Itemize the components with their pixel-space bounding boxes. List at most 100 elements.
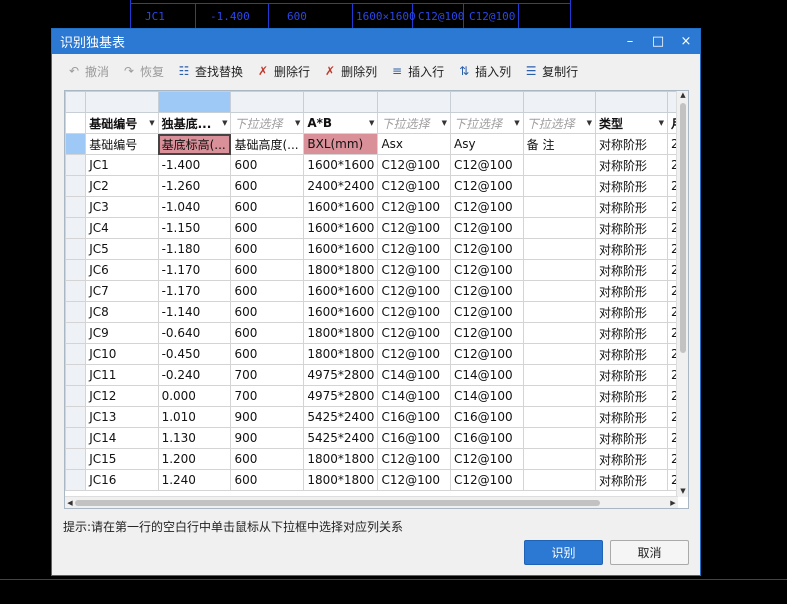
table-cell[interactable]: JC7 [85, 280, 159, 302]
table-cell[interactable]: C12@100 [377, 196, 452, 218]
table-cell[interactable]: -1.040 [157, 196, 232, 218]
dropdown-arrow-icon[interactable]: ▼ [659, 119, 664, 127]
table-cell[interactable]: C12@100 [450, 196, 524, 218]
table-row[interactable]: JC2 -1.260 600 2400*2400 C12@100 C12@100 对称阶形 2 [65, 175, 688, 197]
table-cell[interactable]: 对称阶形 [594, 448, 668, 470]
row-header[interactable] [65, 469, 87, 491]
dropdown-arrow-icon[interactable]: ▼ [587, 119, 592, 127]
table-cell[interactable] [522, 196, 596, 218]
table-cell[interactable]: JC11 [85, 364, 159, 386]
row-header[interactable] [65, 427, 87, 449]
table-cell[interactable] [522, 322, 596, 344]
source-header-cell[interactable]: Asy [450, 133, 524, 155]
table-cell[interactable] [522, 238, 596, 260]
row-header[interactable] [65, 364, 87, 386]
table-cell[interactable]: JC13 [85, 406, 159, 428]
table-cell[interactable] [522, 364, 596, 386]
table-cell[interactable]: JC6 [85, 259, 159, 281]
table-row[interactable]: JC9 -0.640 600 1800*1800 C12@100 C12@100 对称阶形 2 [65, 322, 688, 344]
table-cell[interactable]: 对称阶形 [594, 175, 668, 197]
table-cell[interactable]: 对称阶形 [594, 196, 668, 218]
scroll-down-icon[interactable]: ▼ [677, 487, 688, 497]
table-cell[interactable]: 对称阶形 [594, 385, 668, 407]
table-cell[interactable]: -1.260 [157, 175, 232, 197]
table-cell[interactable]: 600 [230, 469, 305, 491]
source-header-cell[interactable]: 备 注 [522, 133, 596, 155]
table-cell[interactable]: -1.170 [157, 259, 232, 281]
table-cell[interactable]: C16@100 [377, 406, 452, 428]
table-cell[interactable]: 1600*1600 [303, 301, 379, 323]
table-cell[interactable]: 对称阶形 [594, 322, 668, 344]
table-cell[interactable]: C12@100 [450, 469, 524, 491]
table-cell[interactable]: 600 [230, 217, 305, 239]
horizontal-scrollbar[interactable]: ◀ ▶ [65, 496, 678, 508]
row-header[interactable] [65, 385, 87, 407]
row-header[interactable] [65, 448, 87, 470]
table-cell[interactable]: C14@100 [450, 364, 524, 386]
table-cell[interactable]: -1.140 [157, 301, 232, 323]
dropdown-arrow-icon[interactable]: ▼ [222, 119, 227, 127]
table-cell[interactable]: 600 [230, 301, 305, 323]
table-cell[interactable]: 1.200 [157, 448, 232, 470]
table-cell[interactable]: 1600*1600 [303, 217, 379, 239]
table-row[interactable]: JC14 1.130 900 5425*2400 C16@100 C16@100 对称阶形 2 [65, 427, 688, 449]
table-cell[interactable]: C12@100 [377, 322, 452, 344]
column-selector[interactable] [85, 91, 159, 113]
table-cell[interactable]: 1600*1600 [303, 280, 379, 302]
table-cell[interactable]: 对称阶形 [594, 154, 668, 176]
table-cell[interactable]: JC2 [85, 175, 159, 197]
identify-button[interactable]: 识别 [524, 540, 603, 565]
table-cell[interactable]: C16@100 [450, 406, 524, 428]
table-cell[interactable]: C12@100 [377, 448, 452, 470]
table-cell[interactable]: 对称阶形 [594, 259, 668, 281]
row-header[interactable] [65, 112, 87, 134]
table-cell[interactable]: JC5 [85, 238, 159, 260]
table-cell[interactable]: 0.000 [157, 385, 232, 407]
table-cell[interactable]: 2400*2400 [303, 175, 379, 197]
row-header[interactable] [65, 196, 87, 218]
table-cell[interactable] [522, 217, 596, 239]
table-cell[interactable]: 700 [230, 385, 305, 407]
table-cell[interactable]: 600 [230, 259, 305, 281]
redo-button[interactable]: ↷ 恢复 [121, 63, 164, 80]
table-cell[interactable]: -0.240 [157, 364, 232, 386]
table-cell[interactable]: 对称阶形 [594, 469, 668, 491]
table-row[interactable]: JC10 -0.450 600 1800*1800 C12@100 C12@100 对称阶形… [65, 343, 688, 365]
table-cell[interactable]: C12@100 [450, 259, 524, 281]
source-header-cell[interactable]: 基底标高(... [157, 133, 232, 155]
table-cell[interactable]: 600 [230, 322, 305, 344]
table-cell[interactable]: C12@100 [450, 175, 524, 197]
table-cell[interactable]: -0.640 [157, 322, 232, 344]
table-cell[interactable]: 1.010 [157, 406, 232, 428]
table-cell[interactable]: 1600*1600 [303, 154, 379, 176]
table-cell[interactable] [522, 301, 596, 323]
row-header[interactable] [65, 406, 87, 428]
row-header[interactable] [65, 133, 87, 155]
dropdown-arrow-icon[interactable]: ▼ [369, 119, 374, 127]
table-cell[interactable] [522, 154, 596, 176]
table-cell[interactable]: JC4 [85, 217, 159, 239]
table-cell[interactable]: 4975*2800 [303, 385, 379, 407]
row-header[interactable] [65, 154, 87, 176]
table-cell[interactable]: 对称阶形 [594, 280, 668, 302]
column-selector[interactable] [303, 91, 379, 113]
table-cell[interactable]: C16@100 [450, 427, 524, 449]
close-button[interactable]: × [672, 29, 700, 54]
table-cell[interactable]: 1.130 [157, 427, 232, 449]
table-cell[interactable]: 900 [230, 406, 305, 428]
table-cell[interactable] [522, 406, 596, 428]
table-cell[interactable]: C12@100 [450, 301, 524, 323]
table-row[interactable]: JC12 0.000 700 4975*2800 C14@100 C14@100 对称阶形 2 [65, 385, 688, 407]
delete-col-button[interactable]: ✗ 删除列 [322, 63, 377, 80]
table-cell[interactable]: C12@100 [377, 238, 452, 260]
table-cell[interactable]: 5425*2400 [303, 427, 379, 449]
table-cell[interactable]: C14@100 [377, 364, 452, 386]
table-cell[interactable]: C12@100 [450, 343, 524, 365]
row-header[interactable] [65, 343, 87, 365]
column-selector[interactable] [377, 91, 452, 113]
row-header[interactable] [65, 301, 87, 323]
column-mapping-dropdown[interactable]: 下拉选择 ▼ [230, 112, 305, 134]
table-cell[interactable] [522, 448, 596, 470]
table-cell[interactable]: JC12 [85, 385, 159, 407]
column-selector[interactable] [594, 91, 668, 113]
